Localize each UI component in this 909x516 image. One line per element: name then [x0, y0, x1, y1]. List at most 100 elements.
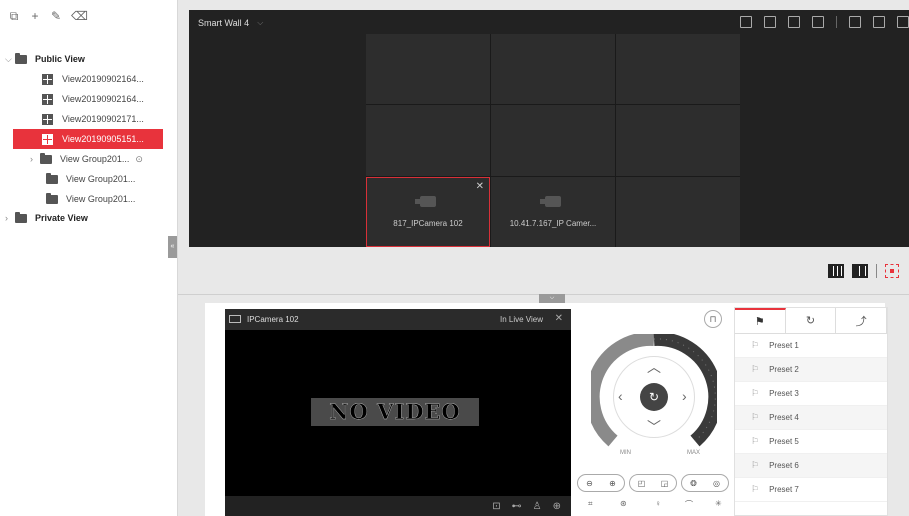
- tree-label: View20190902171...: [62, 114, 144, 124]
- chevron-up-icon[interactable]: ︿: [647, 357, 661, 377]
- chevron-right-icon[interactable]: ›: [30, 154, 40, 164]
- view-layout-icon: [42, 113, 53, 125]
- chevron-right-icon[interactable]: ›: [5, 213, 15, 223]
- live-view-window[interactable]: IPCamera 102 In Live View ✕ NO VIDEO ⊡ ⊷…: [225, 309, 571, 516]
- grid-icon[interactable]: [764, 16, 776, 28]
- screenshot-icon[interactable]: [849, 16, 861, 28]
- wiper-icon[interactable]: ⌒: [685, 499, 693, 510]
- control-panel: IPCamera 102 In Live View ✕ NO VIDEO ⊡ ⊷…: [205, 303, 888, 516]
- chevron-down-icon[interactable]: ⌵: [5, 54, 15, 65]
- play-icon[interactable]: ⊙: [135, 154, 143, 165]
- iris-close-icon[interactable]: ◎: [713, 479, 720, 488]
- tree-item-view-selected[interactable]: View20190905151...: [13, 129, 163, 149]
- tree-label: View Group201...: [60, 154, 130, 164]
- speed-min-label: MIN: [620, 450, 631, 456]
- tree-item-view[interactable]: View20190902164...: [42, 69, 212, 89]
- auto-scan-button[interactable]: ↻: [640, 383, 668, 411]
- wall-window[interactable]: [616, 34, 740, 104]
- iris-open-icon[interactable]: ❂: [690, 479, 697, 488]
- wall-title[interactable]: Smart Wall 4: [198, 18, 249, 28]
- focus-layout-icon[interactable]: [885, 264, 899, 278]
- live-status: In Live View: [500, 315, 543, 324]
- no-video-placeholder: NO VIDEO: [311, 398, 479, 426]
- tree-item-view[interactable]: View20190902171...: [42, 109, 212, 129]
- folder-icon: [40, 152, 52, 164]
- wall-toolbar: [740, 16, 909, 28]
- chevron-right-icon[interactable]: ›: [682, 388, 687, 404]
- wall-window[interactable]: [366, 105, 490, 176]
- layout-2col-icon[interactable]: [852, 264, 868, 278]
- ptz-icon[interactable]: ⊕: [553, 501, 561, 512]
- delete-icon[interactable]: ⌫: [71, 10, 88, 22]
- preset-flag-icon: ⚐: [751, 388, 760, 398]
- tree-label: Private View: [35, 213, 88, 223]
- collapse-panel-handle[interactable]: «: [168, 236, 177, 258]
- capture-icon[interactable]: ⊡: [492, 501, 500, 512]
- preset-label: Preset 1: [769, 341, 799, 350]
- preset-label: Preset 7: [769, 485, 799, 494]
- chevron-left-icon[interactable]: ‹: [618, 388, 623, 404]
- wall-window[interactable]: [616, 105, 740, 176]
- preset-row[interactable]: ⚐ Preset 5: [735, 430, 887, 454]
- tree-label: View20190902164...: [62, 74, 144, 84]
- ptz-control: ⊓ ︿ ‹ › ﹀ ↻ MIN MAX ⊖ ⊕ ◰ ◲ ❂ ◎ ⌗ ⊛ ♀ ⌒ …: [575, 303, 730, 516]
- view-toolbar: ⧉ + ✎ ⌫: [8, 10, 88, 22]
- zoom-out-icon[interactable]: ⊖: [586, 479, 593, 488]
- preset-row[interactable]: ⚐ Preset 3: [735, 382, 887, 406]
- edit-icon[interactable]: ✎: [50, 10, 62, 22]
- save-icon[interactable]: [873, 16, 885, 28]
- window-icon[interactable]: [788, 16, 800, 28]
- wall-window-grid: ✕ 817_IPCamera 102 10.41.7.167_IP Camer.…: [366, 34, 740, 247]
- close-icon[interactable]: ✕: [476, 181, 484, 192]
- focus-near-icon[interactable]: ◰: [638, 479, 646, 488]
- chevron-down-icon[interactable]: ⌵: [257, 18, 263, 28]
- layout-3col-icon[interactable]: [828, 264, 844, 278]
- chevron-down-icon[interactable]: ⌵: [539, 294, 565, 303]
- wall-window-active[interactable]: ✕ 817_IPCamera 102: [366, 177, 490, 247]
- lock-icon[interactable]: ⊓: [704, 310, 722, 328]
- preset-label: Preset 6: [769, 461, 799, 470]
- iris-control[interactable]: ❂ ◎: [681, 474, 729, 492]
- wall-window[interactable]: 10.41.7.167_IP Camer...: [491, 177, 615, 247]
- preset-row[interactable]: ⚐ Preset 4: [735, 406, 887, 430]
- focus-control[interactable]: ◰ ◲: [629, 474, 677, 492]
- window-camera-label: 817_IPCamera 102: [393, 219, 463, 228]
- camera-icon: [229, 315, 241, 323]
- focus-far-icon[interactable]: ◲: [661, 479, 669, 488]
- preset-row[interactable]: ⚐ Preset 7: [735, 478, 887, 502]
- wall-window[interactable]: [491, 105, 615, 176]
- roam-icon[interactable]: [812, 16, 824, 28]
- live-camera-name: IPCamera 102: [247, 315, 299, 324]
- zoom-control[interactable]: ⊖ ⊕: [577, 474, 625, 492]
- camera-icon: [415, 196, 436, 207]
- wall-window[interactable]: [616, 177, 740, 247]
- tree-public-view[interactable]: ⌵ Public View: [5, 49, 175, 69]
- tree-item-view-group[interactable]: › View Group201... ⊙: [30, 149, 200, 169]
- record-icon[interactable]: ⊷: [512, 501, 522, 512]
- chevron-down-icon[interactable]: ﹀: [647, 417, 661, 437]
- zoom-in-icon[interactable]: ⊕: [609, 479, 616, 488]
- tree-private-view[interactable]: › Private View: [5, 208, 175, 228]
- plus-icon[interactable]: +: [29, 10, 41, 22]
- layout-buttons: [828, 264, 899, 278]
- tree-item-view[interactable]: View20190902164...: [42, 89, 212, 109]
- preset-row[interactable]: ⚐ Preset 1: [735, 334, 887, 358]
- audio-icon[interactable]: ♙: [533, 501, 542, 512]
- light-icon[interactable]: ♀: [655, 499, 661, 508]
- home-icon[interactable]: [740, 16, 752, 28]
- preset-row[interactable]: ⚐ Preset 6: [735, 454, 887, 478]
- lens-init-icon[interactable]: ⊛: [620, 499, 627, 508]
- preset-row[interactable]: ⚐ Preset 2: [735, 358, 887, 382]
- add-view-icon[interactable]: ⧉: [8, 10, 20, 22]
- wall-window[interactable]: [491, 34, 615, 104]
- view-layout-icon: [42, 133, 53, 145]
- preset-tab-icon[interactable]: ⚑: [735, 308, 786, 333]
- patrol-tab-icon[interactable]: ↻: [786, 308, 837, 333]
- 3d-position-icon[interactable]: ⌗: [588, 499, 593, 509]
- preset-list: ⚐ Preset 1 ⚐ Preset 2 ⚐ Preset 3 ⚐ Preset 4 …: [735, 334, 887, 502]
- close-icon[interactable]: ✕: [555, 313, 563, 324]
- auxiliary-focus-icon[interactable]: ✳: [715, 499, 722, 508]
- save-as-icon[interactable]: [897, 16, 909, 28]
- pattern-tab-icon[interactable]: ⤴: [836, 308, 888, 333]
- wall-window[interactable]: [366, 34, 490, 104]
